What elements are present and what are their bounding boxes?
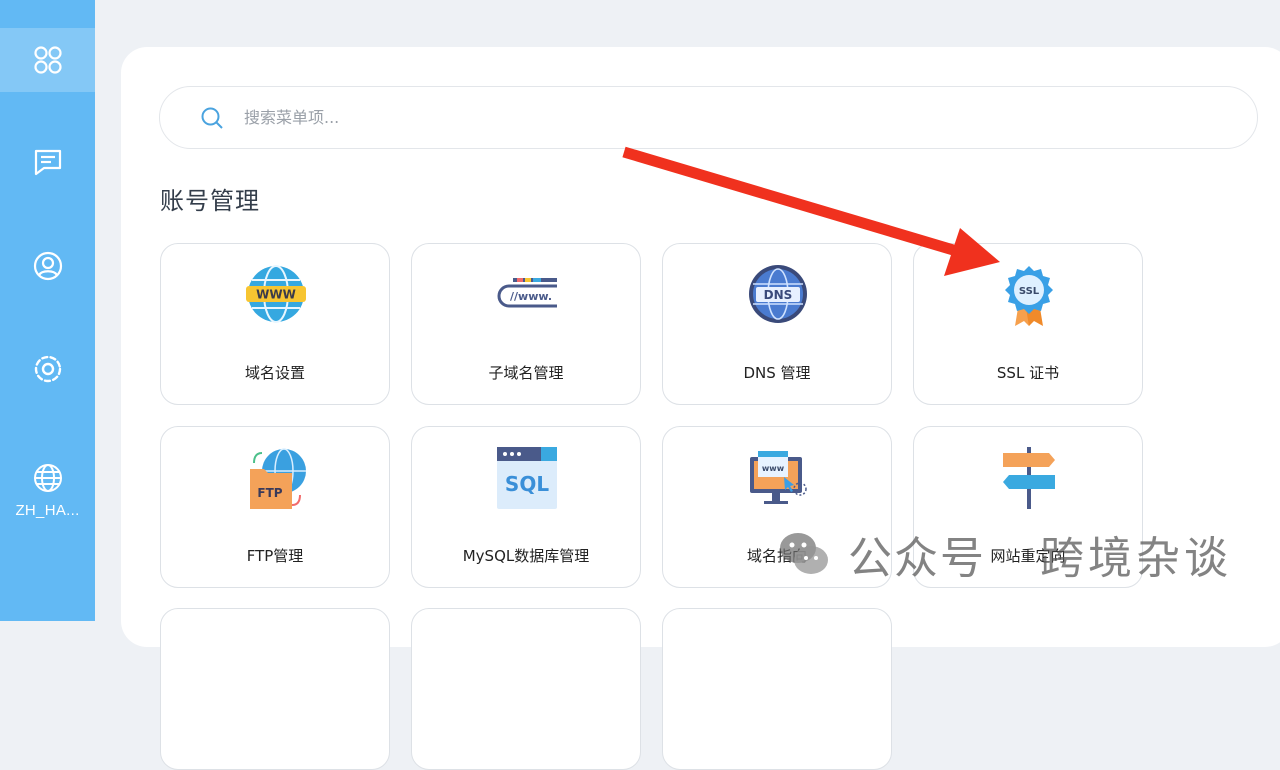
search-icon: [201, 107, 223, 129]
sidebar: ZH_HA...: [0, 0, 95, 621]
svg-text://www.: //www.: [510, 290, 552, 303]
globe-icon: [33, 463, 62, 492]
svg-text:www: www: [762, 464, 785, 473]
card-mysql-management[interactable]: SQL MySQL数据库管理: [411, 426, 641, 588]
svg-text:FTP: FTP: [257, 486, 282, 500]
card-partial[interactable]: [411, 608, 641, 770]
svg-text:SSL: SSL: [1019, 286, 1040, 297]
ftp-folder-icon: FTP: [250, 448, 306, 509]
card-label: MySQL数据库管理: [462, 547, 590, 565]
sidebar-item-account[interactable]: [0, 234, 95, 298]
language-label: ZH_HA...: [15, 501, 80, 519]
card-partial[interactable]: [662, 608, 892, 770]
www-globe-icon: WWW: [246, 265, 306, 323]
card-dns-management[interactable]: DNS DNS 管理: [662, 243, 892, 405]
dns-globe-icon: DNS: [749, 265, 807, 323]
card-label: 域名设置: [244, 364, 305, 382]
card-label: 子域名管理: [488, 364, 564, 382]
apps-grid-icon: [33, 46, 62, 74]
search-bar[interactable]: [159, 86, 1258, 149]
sidebar-item-apps[interactable]: [0, 28, 95, 92]
svg-text:SQL: SQL: [505, 472, 549, 496]
domain-pointer-icon: www: [750, 451, 807, 504]
card-label: SSL 证书: [996, 364, 1060, 382]
sidebar-item-settings[interactable]: [0, 337, 95, 401]
card-ssl-certificate[interactable]: SSL SSL 证书: [913, 243, 1143, 405]
card-domain-settings[interactable]: WWW 域名设置: [160, 243, 390, 405]
watermark-text: 跨境杂谈: [1040, 533, 1232, 584]
watermark: 公众号 跨境杂谈: [778, 522, 1232, 586]
wechat-icon: [780, 533, 828, 574]
svg-text:DNS: DNS: [764, 288, 793, 302]
section-title: 账号管理: [160, 187, 260, 215]
card-ftp-management[interactable]: FTP FTP管理: [160, 426, 390, 588]
card-partial[interactable]: [160, 608, 390, 770]
sql-window-icon: SQL: [497, 447, 557, 509]
sidebar-item-language[interactable]: ZH_HA...: [0, 440, 95, 540]
card-label: FTP管理: [246, 547, 304, 565]
svg-text:WWW: WWW: [256, 288, 296, 302]
message-icon: [34, 149, 61, 176]
signpost-icon: [1003, 447, 1055, 509]
card-subdomain-management[interactable]: //www. 子域名管理: [411, 243, 641, 405]
subdomain-www-icon: //www.: [497, 278, 557, 308]
user-circle-icon: [33, 251, 62, 281]
settings-gear-icon: [34, 355, 61, 383]
ssl-badge-icon: SSL: [1005, 266, 1053, 326]
watermark-text: 公众号: [848, 533, 986, 584]
search-input[interactable]: [242, 107, 1146, 128]
sidebar-item-messages[interactable]: [0, 130, 95, 194]
card-label: DNS 管理: [743, 364, 811, 382]
